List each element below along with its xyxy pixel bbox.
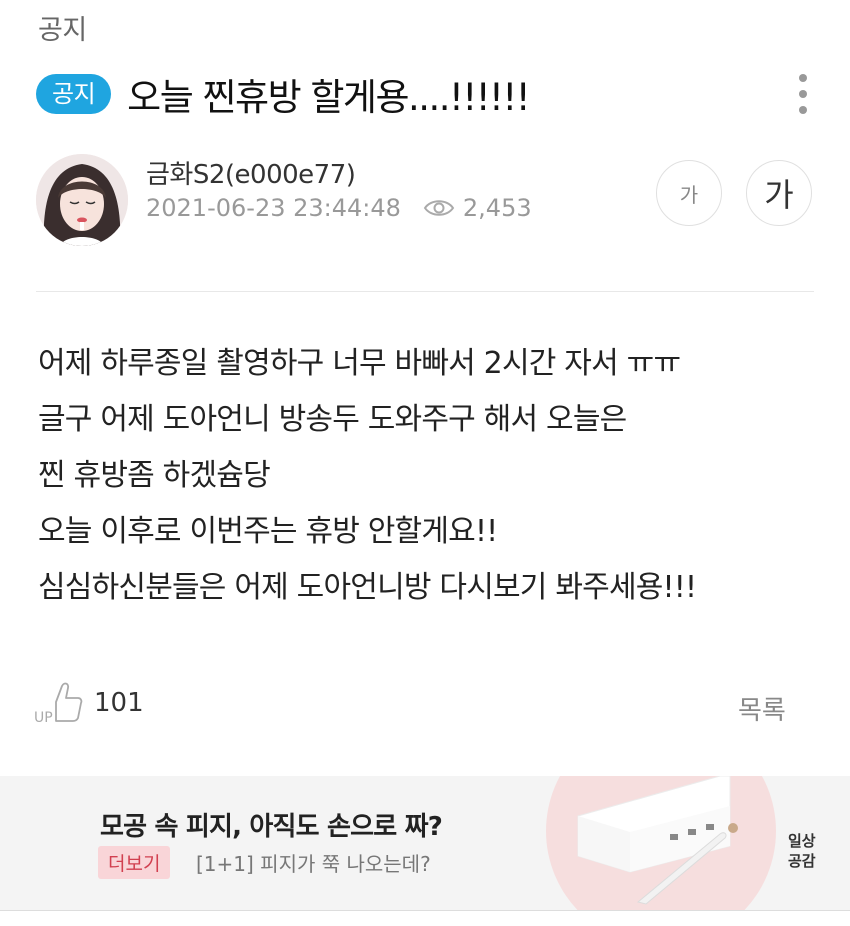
ad-headline: 모공 속 피지, 아직도 손으로 짜? [100,812,443,842]
ad-more-button[interactable]: 더보기 [98,846,171,879]
ad-subtext: [1+1] 피지가 쭉 나오는데? [196,852,431,876]
bottom-divider [0,910,850,911]
font-decrease-button[interactable]: 가 [656,160,722,226]
post-meta: 2021-06-23 23:44:48 2,453 [146,194,532,222]
notice-badge: 공지 [36,74,112,114]
content-line: 어제 하루종일 촬영하구 너무 바빠서 2시간 자서 ㅠㅠ [38,346,681,381]
svg-text:UP: UP [34,710,53,726]
post-title-row: 공지 오늘 찐휴방 할게용....!!!!!! [36,68,826,120]
post-datetime: 2021-06-23 23:44:48 [146,194,401,222]
ad-banner[interactable]: 모공 속 피지, 아직도 손으로 짜? 더보기 [1+1] 피지가 쭉 나오는데… [0,776,850,910]
thumbs-up-icon: UP [34,680,84,726]
content-line: 오늘 이후로 이번주는 휴방 안할게요!! [38,514,498,549]
more-options-icon[interactable] [792,72,816,116]
list-button[interactable]: 목록 [738,690,786,727]
ad-product-image [577,776,738,905]
post-content: 어제 하루종일 촬영하구 너무 바빠서 2시간 자서 ㅠㅠ 글구 어제 도아언니… [38,338,828,618]
up-button[interactable]: UP 101 [34,680,144,726]
eye-icon [423,197,455,219]
board-name: 공지 [38,15,87,46]
content-line: 글구 어제 도아언니 방송두 도와주구 해서 오늘은 [38,402,627,437]
avatar[interactable] [36,154,128,246]
divider [36,291,814,292]
content-line: 찐 휴방좀 하겠슘당 [38,458,271,493]
font-increase-button[interactable]: 가 [746,160,812,226]
author-info: 금화S2(e000e77) 2021-06-23 23:44:48 2,453 … [36,152,826,248]
view-count: 2,453 [462,194,532,222]
svg-text:일상: 일상 [788,832,816,850]
up-count: 101 [94,688,144,718]
brand-logo: 일상 공감 [786,820,826,890]
author-name[interactable]: 금화S2(e000e77) [146,154,356,191]
svg-text:공감: 공감 [788,852,816,870]
post-title: 오늘 찐휴방 할게용....!!!!!! [127,76,530,119]
content-line: 심심하신분들은 어제 도아언니방 다시보기 봐주세용!!! [38,570,697,605]
